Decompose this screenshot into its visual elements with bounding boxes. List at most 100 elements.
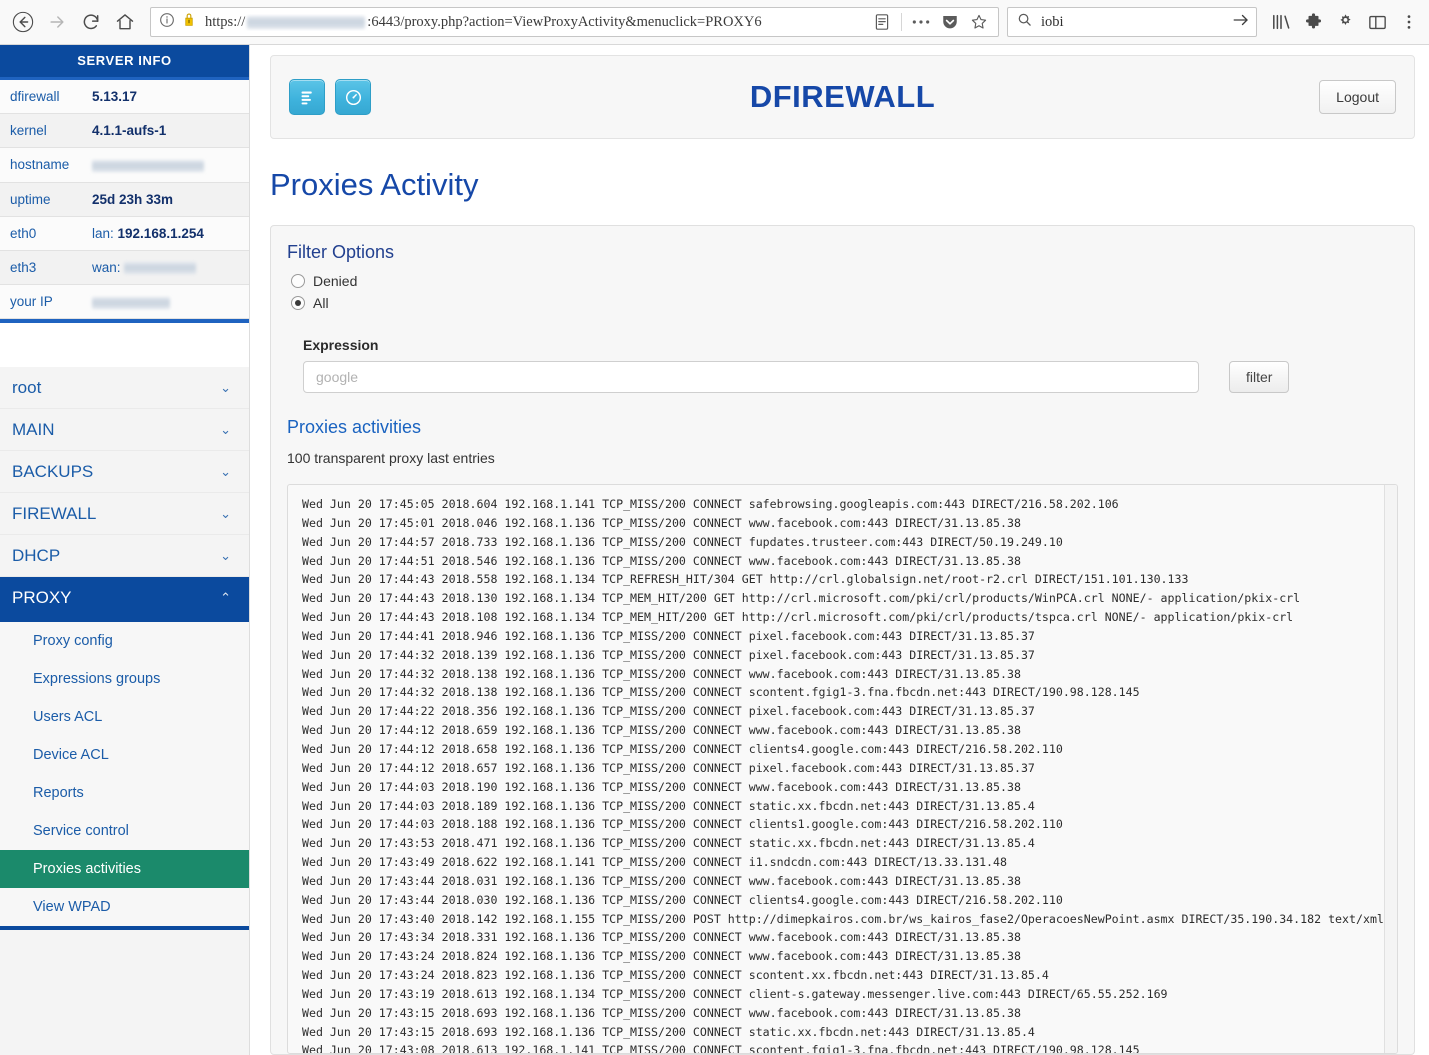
server-info-row: uptime 25d 23h 33m xyxy=(0,182,249,217)
filter-options-title: Filter Options xyxy=(287,242,395,262)
log-line: Wed Jun 20 17:45:05 2018.604 192.168.1.1… xyxy=(302,497,1119,511)
submenu-item-label: Proxies activities xyxy=(33,861,141,878)
radio-dot xyxy=(295,300,301,306)
forward-button[interactable] xyxy=(40,5,74,39)
sidebar-item-main[interactable]: MAIN ⌄ xyxy=(0,409,249,452)
server-info-key: kernel xyxy=(10,123,47,139)
radio-button[interactable] xyxy=(291,296,305,310)
app-header: DFIREWALL Logout xyxy=(270,55,1415,139)
radio-option-all[interactable]: All xyxy=(291,295,1398,311)
log-line: Wed Jun 20 17:44:03 2018.190 192.168.1.1… xyxy=(302,779,1021,794)
log-line: Wed Jun 20 17:43:08 2018.613 192.168.1.1… xyxy=(302,1043,1140,1054)
url-suffix: :6443/proxy.php?action=ViewProxyActivity… xyxy=(367,13,762,30)
chevron-down-icon: ⌄ xyxy=(220,463,231,479)
reader-view-icon[interactable] xyxy=(869,9,895,35)
expression-input[interactable]: google xyxy=(303,361,1199,393)
sidebar-item-proxy[interactable]: PROXY ⌃ xyxy=(0,577,249,620)
toolbar-divider xyxy=(901,13,902,31)
redacted-value xyxy=(92,159,204,172)
submenu-item-proxy-config[interactable]: Proxy config xyxy=(0,622,249,660)
addons-puzzle-icon[interactable] xyxy=(1299,7,1327,37)
log-line: Wed Jun 20 17:44:43 2018.558 192.168.1.1… xyxy=(302,572,1189,587)
server-info-value: 5.13.17 xyxy=(92,89,138,105)
chevron-down-icon: ⌄ xyxy=(220,505,231,521)
submenu-item-service-control[interactable]: Service control xyxy=(0,812,249,850)
sidebar-toggle-icon[interactable] xyxy=(1363,7,1391,37)
server-info-value: 4.1.1-aufs-1 xyxy=(92,123,167,139)
submenu-item-expressions-groups[interactable]: Expressions groups xyxy=(0,660,249,698)
sidebar-filler xyxy=(0,930,249,1041)
search-go-icon[interactable] xyxy=(1232,12,1250,33)
log-line: Wed Jun 20 17:44:32 2018.138 192.168.1.1… xyxy=(302,685,1140,700)
server-info-key: eth0 xyxy=(10,225,37,241)
submenu-item-device-acl[interactable]: Device ACL xyxy=(0,736,249,774)
log-line: Wed Jun 20 17:44:12 2018.659 192.168.1.1… xyxy=(302,723,1021,738)
log-line: Wed Jun 20 17:43:24 2018.823 192.168.1.1… xyxy=(302,968,1049,983)
sidebar-item-firewall[interactable]: FIREWALL ⌄ xyxy=(0,493,249,536)
log-line: Wed Jun 20 17:43:40 2018.142 192.168.1.1… xyxy=(302,911,1384,926)
sidebar-item-backups[interactable]: BACKUPS ⌄ xyxy=(0,451,249,494)
browser-toolbar: https:// :6443/proxy.php?action=ViewProxy… xyxy=(0,0,1429,45)
log-line: Wed Jun 20 17:43:24 2018.824 192.168.1.1… xyxy=(302,949,1021,964)
log-line: Wed Jun 20 17:44:12 2018.658 192.168.1.1… xyxy=(302,741,1063,756)
radio-button[interactable] xyxy=(291,274,305,288)
radio-label: Denied xyxy=(313,273,358,289)
server-info-key: uptime xyxy=(10,191,51,207)
server-info-value xyxy=(92,294,170,309)
search-input[interactable]: iobi xyxy=(1041,14,1232,31)
log-line: Wed Jun 20 17:43:44 2018.030 192.168.1.1… xyxy=(302,892,1063,907)
sidebar-item-label: BACKUPS xyxy=(12,461,94,481)
submenu-item-users-acl[interactable]: Users ACL xyxy=(0,698,249,736)
submenu-item-label: Reports xyxy=(33,785,84,802)
submenu-item-reports[interactable]: Reports xyxy=(0,774,249,812)
server-info-row: hostname xyxy=(0,148,249,183)
log-line: Wed Jun 20 17:43:49 2018.622 192.168.1.1… xyxy=(302,855,1007,870)
filter-button[interactable]: filter xyxy=(1229,361,1290,393)
url-bar[interactable]: https:// :6443/proxy.php?action=ViewProxy… xyxy=(150,7,999,37)
submenu-item-proxies-activities[interactable]: Proxies activities xyxy=(0,850,249,889)
log-scrollbar[interactable] xyxy=(1384,485,1397,1053)
submenu-item-label: Device ACL xyxy=(33,747,109,764)
server-info-value-prefix: wan: xyxy=(92,260,125,276)
gear-icon[interactable] xyxy=(1331,7,1359,37)
browser-toolbar-icons xyxy=(1267,7,1423,37)
log-line: Wed Jun 20 17:44:22 2018.356 192.168.1.1… xyxy=(302,704,1035,719)
server-info-row: your IP xyxy=(0,285,249,320)
radio-option-denied[interactable]: Denied xyxy=(291,273,1398,289)
log-line: Wed Jun 20 17:44:43 2018.108 192.168.1.1… xyxy=(302,610,1294,625)
library-icon[interactable] xyxy=(1267,7,1295,37)
hamburger-menu-icon[interactable] xyxy=(1395,7,1423,37)
site-identity[interactable] xyxy=(159,11,197,33)
sidebar-item-root[interactable]: root ⌄ xyxy=(0,367,249,410)
expression-row: google filter xyxy=(303,361,1398,393)
activities-count: 100 transparent proxy last entries xyxy=(287,450,495,466)
log-line: Wed Jun 20 17:44:51 2018.546 192.168.1.1… xyxy=(302,553,1021,568)
sidebar-item-label: FIREWALL xyxy=(12,503,97,523)
sidebar-nav: root ⌄ MAIN ⌄ BACKUPS ⌄ FIREWALL ⌄ DHCP ⌄ PROXY ⌃ xyxy=(0,367,249,620)
logout-button[interactable]: Logout xyxy=(1319,80,1396,114)
redacted-value xyxy=(92,296,170,309)
pocket-icon[interactable] xyxy=(937,9,963,35)
back-button[interactable] xyxy=(6,5,40,39)
server-info-key: dfirewall xyxy=(10,89,60,105)
home-button[interactable] xyxy=(108,5,142,39)
bookmark-star-icon[interactable] xyxy=(966,9,992,35)
proxy-log-lines: Wed Jun 20 17:45:05 2018.604 192.168.1.1… xyxy=(302,495,1397,1054)
server-info-value xyxy=(92,157,204,172)
server-info-value-prefix: lan: xyxy=(92,225,118,241)
sidebar-item-label: DHCP xyxy=(12,545,61,565)
log-line: Wed Jun 20 17:43:34 2018.331 192.168.1.1… xyxy=(302,930,1021,945)
submenu-item-view-wpad[interactable]: View WPAD xyxy=(0,888,249,926)
page-actions-icon[interactable] xyxy=(908,9,934,35)
log-line: Wed Jun 20 17:43:53 2018.471 192.168.1.1… xyxy=(302,836,1035,851)
url-prefix: https:// xyxy=(205,13,246,30)
proxy-log-box[interactable]: Wed Jun 20 17:45:05 2018.604 192.168.1.1… xyxy=(287,484,1398,1054)
search-bar[interactable]: iobi xyxy=(1007,7,1257,37)
log-line: Wed Jun 20 17:44:12 2018.657 192.168.1.1… xyxy=(302,760,1035,775)
server-info-value: lan: 192.168.1.254 xyxy=(92,225,204,241)
reload-button[interactable] xyxy=(74,5,108,39)
page-title: Proxies Activity xyxy=(270,167,479,202)
server-info-value: wan: xyxy=(92,260,197,276)
sidebar-item-dhcp[interactable]: DHCP ⌄ xyxy=(0,535,249,578)
app-title: DFIREWALL xyxy=(749,79,936,114)
